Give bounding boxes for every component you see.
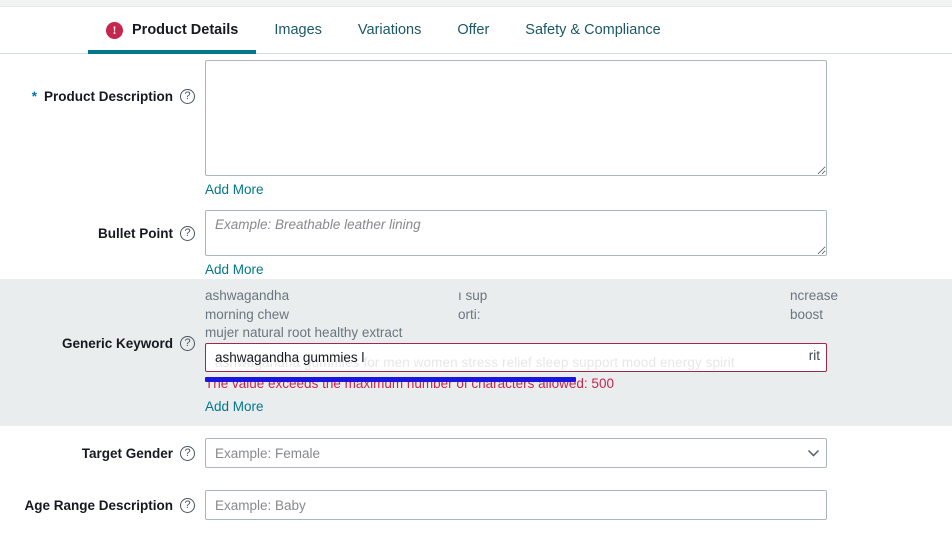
keyword-suggestion-col1: morning chew (205, 306, 290, 322)
tab-safety-compliance[interactable]: Safety & Compliance (507, 7, 678, 54)
age-range-description-label: Age Range Description (24, 497, 173, 513)
annotation-underline-bar (205, 377, 576, 382)
field-row-bullet-point: Bullet Point ? Add More (0, 199, 952, 279)
add-more-product-description[interactable]: Add More (205, 182, 264, 197)
tab-variations-label: Variations (357, 22, 422, 38)
tab-offer[interactable]: Offer (439, 7, 507, 54)
keyword-suggestion-col1: mujer natural root healthy extract (205, 325, 403, 340)
bullet-point-label: Bullet Point (98, 225, 173, 241)
tab-safety-compliance-label: Safety & Compliance (525, 22, 661, 38)
product-details-form-page: ! Product Details Images Variations Offe… (0, 0, 952, 542)
target-gender-select-wrap: Example: Female (205, 438, 827, 468)
product-description-label-col: * Product Description ? (0, 60, 205, 132)
required-asterisk: * (31, 88, 37, 104)
generic-keyword-field-col: ashwagandha ı sup ncrease morning chew o… (205, 287, 952, 416)
product-description-field-col: Add More (205, 60, 952, 199)
age-range-description-field-col (205, 490, 952, 520)
help-icon-product-description[interactable]: ? (180, 88, 195, 104)
tab-product-details-label: Product Details (132, 22, 239, 38)
generic-keyword-input[interactable] (205, 343, 827, 372)
keyword-suggestion-col3: boost (790, 306, 824, 322)
field-row-product-description: * Product Description ? Add More (0, 55, 952, 199)
target-gender-select[interactable]: Example: Female (205, 438, 827, 468)
bullet-point-label-col: Bullet Point ? (0, 210, 205, 256)
help-icon-bullet-point[interactable]: ? (180, 225, 195, 241)
add-more-generic-keyword[interactable]: Add More (205, 399, 264, 414)
product-description-textarea[interactable] (205, 60, 827, 176)
field-row-age-range-description: Age Range Description ? (0, 468, 952, 520)
keyword-suggestion-overflow: ashwagandha ı sup ncrease morning chew o… (205, 287, 952, 343)
keyword-suggestion-col2: orti: (458, 306, 481, 322)
tab-variations[interactable]: Variations (340, 7, 439, 54)
target-gender-label: Target Gender (81, 445, 173, 461)
keyword-suggestion-line: mujer natural root healthy extract (205, 324, 952, 343)
generic-keyword-label: Generic Keyword (61, 335, 173, 351)
target-gender-placeholder: Example: Female (215, 445, 321, 461)
help-icon-target-gender[interactable]: ? (180, 445, 195, 461)
bullet-point-textarea[interactable] (205, 210, 827, 256)
help-icon-generic-keyword[interactable]: ? (180, 335, 195, 351)
help-icon-age-range-description[interactable]: ? (180, 497, 195, 513)
keyword-suggestion-col2: ı sup (458, 288, 488, 303)
tab-offer-label: Offer (457, 22, 490, 38)
add-more-bullet-point[interactable]: Add More (205, 262, 264, 277)
keyword-suggestion-col1: ashwagandha (205, 288, 290, 303)
generic-keyword-label-col: Generic Keyword ? (0, 287, 205, 399)
keyword-suggestion-line: ashwagandha ı sup ncrease (205, 287, 952, 306)
target-gender-field-col: Example: Female (205, 438, 952, 468)
keyword-suggestion-line: morning chew orti: boost (205, 306, 952, 325)
bullet-point-field-col: Add More (205, 210, 952, 279)
tab-images-label: Images (274, 22, 322, 38)
age-range-description-input[interactable] (205, 490, 827, 520)
product-description-label: Product Description (43, 88, 173, 104)
age-range-description-label-col: Age Range Description ? (0, 490, 205, 520)
target-gender-label-col: Target Gender ? (0, 438, 205, 468)
generic-keyword-input-wrap: ashwagandha gummies for men women stress… (205, 343, 827, 372)
field-row-generic-keyword: Generic Keyword ? ashwagandha ı sup ncre… (0, 279, 952, 426)
tab-images[interactable]: Images (256, 7, 340, 54)
form-body: * Product Description ? Add More Bullet … (0, 55, 952, 520)
tab-product-details[interactable]: ! Product Details (88, 7, 257, 54)
error-exclamation-icon: ! (106, 21, 123, 39)
keyword-suggestion-col3: ncrease (790, 288, 839, 303)
tab-bar: ! Product Details Images Variations Offe… (0, 7, 952, 54)
field-row-target-gender: Target Gender ? Example: Female (0, 426, 952, 468)
